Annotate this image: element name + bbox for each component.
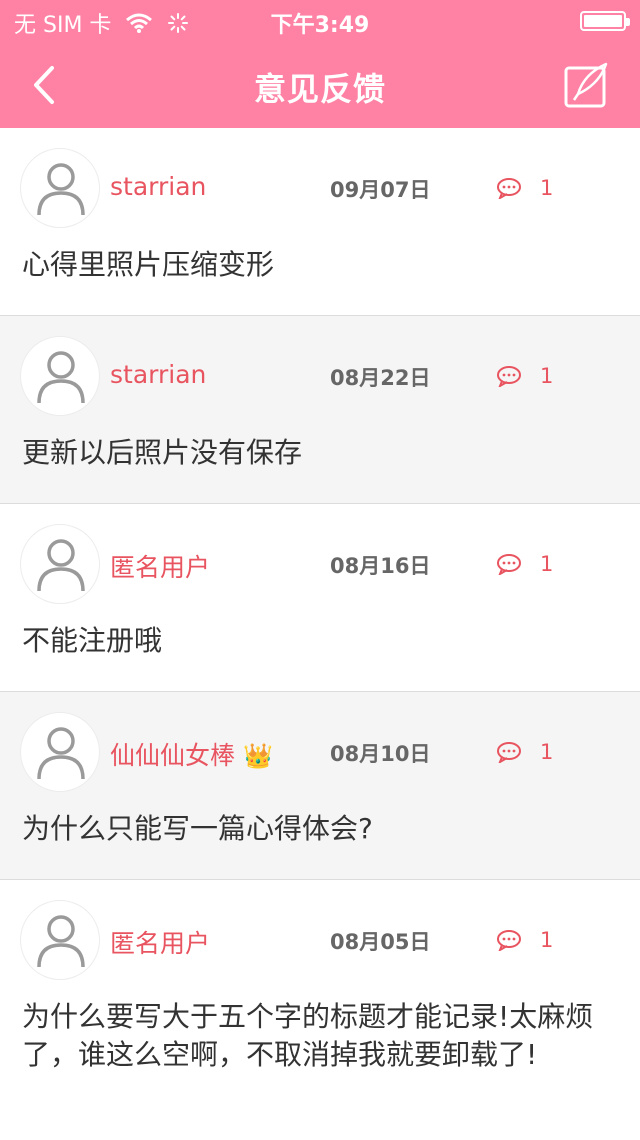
header: 无 SIM 卡 下午3:49 意见反馈 [0,0,640,128]
feedback-text: 不能注册哦 [22,624,163,657]
post-date: 08月16日 [330,554,431,578]
user-icon [37,915,85,968]
chat-bubble-icon [497,366,521,387]
nav-bar: 意见反馈 [0,40,640,128]
chat-bubble-icon [497,742,521,763]
username[interactable]: 匿名用户 [110,548,210,584]
avatar[interactable] [20,900,100,980]
avatar[interactable] [20,336,100,416]
avatar[interactable] [20,712,100,792]
comment-count: 1 [540,740,554,764]
status-time: 下午3:49 [270,13,370,38]
feedback-item[interactable]: starrian 08月22日 1 更新以后照片没有保存 [0,316,640,504]
compose-icon [564,62,608,108]
avatar[interactable] [20,524,100,604]
post-date: 08月10日 [330,742,431,766]
crown-badge-icon: 👑 [243,742,273,770]
chat-bubble-icon [497,554,521,575]
avatar[interactable] [20,148,100,228]
user-icon [37,539,85,592]
feedback-list: starrian 09月07日 1 心得里照片压缩变形 starrian 08月… [0,128,640,1140]
feedback-item[interactable]: 仙仙仙女棒 👑 08月10日 1 为什么只能写一篇心得体会? [0,692,640,880]
comment-count: 1 [540,928,554,952]
comment-button[interactable]: 1 [496,740,553,764]
battery-icon [580,11,630,31]
post-date: 08月22日 [330,366,431,390]
feedback-item[interactable]: 匿名用户 08月16日 1 不能注册哦 [0,504,640,692]
page-title: 意见反馈 [253,70,386,108]
username[interactable]: 仙仙仙女棒 👑 [110,736,273,772]
user-icon [37,727,85,780]
chat-bubble-icon [497,178,521,199]
feedback-text: 更新以后照片没有保存 [22,436,303,469]
username[interactable]: starrian [110,172,206,201]
feedback-item[interactable]: 匿名用户 08月05日 1 为什么要写大于五个字的标题才能记录!太麻烦了，谁这么… [0,880,640,1140]
comment-count: 1 [540,364,554,388]
comment-count: 1 [540,552,554,576]
post-date: 08月05日 [330,930,431,954]
comment-count: 1 [540,176,554,200]
feedback-text: 为什么要写大于五个字的标题才能记录!太麻烦了，谁这么空啊，不取消掉我就要卸载了! [22,1000,594,1071]
username[interactable]: starrian [110,360,206,389]
post-date: 09月07日 [330,178,431,202]
feedback-text: 心得里照片压缩变形 [22,248,275,281]
comment-button[interactable]: 1 [496,928,553,952]
compose-button[interactable] [562,60,612,110]
comment-button[interactable]: 1 [496,364,553,388]
user-icon [37,163,85,216]
status-bar: 无 SIM 卡 下午3:49 [0,0,640,40]
comment-button[interactable]: 1 [496,176,553,200]
feedback-item[interactable]: starrian 09月07日 1 心得里照片压缩变形 [0,128,640,316]
feedback-text: 为什么只能写一篇心得体会? [22,812,373,845]
comment-button[interactable]: 1 [496,552,553,576]
username[interactable]: 匿名用户 [110,924,210,960]
user-icon [37,351,85,404]
chat-bubble-icon [497,930,521,951]
